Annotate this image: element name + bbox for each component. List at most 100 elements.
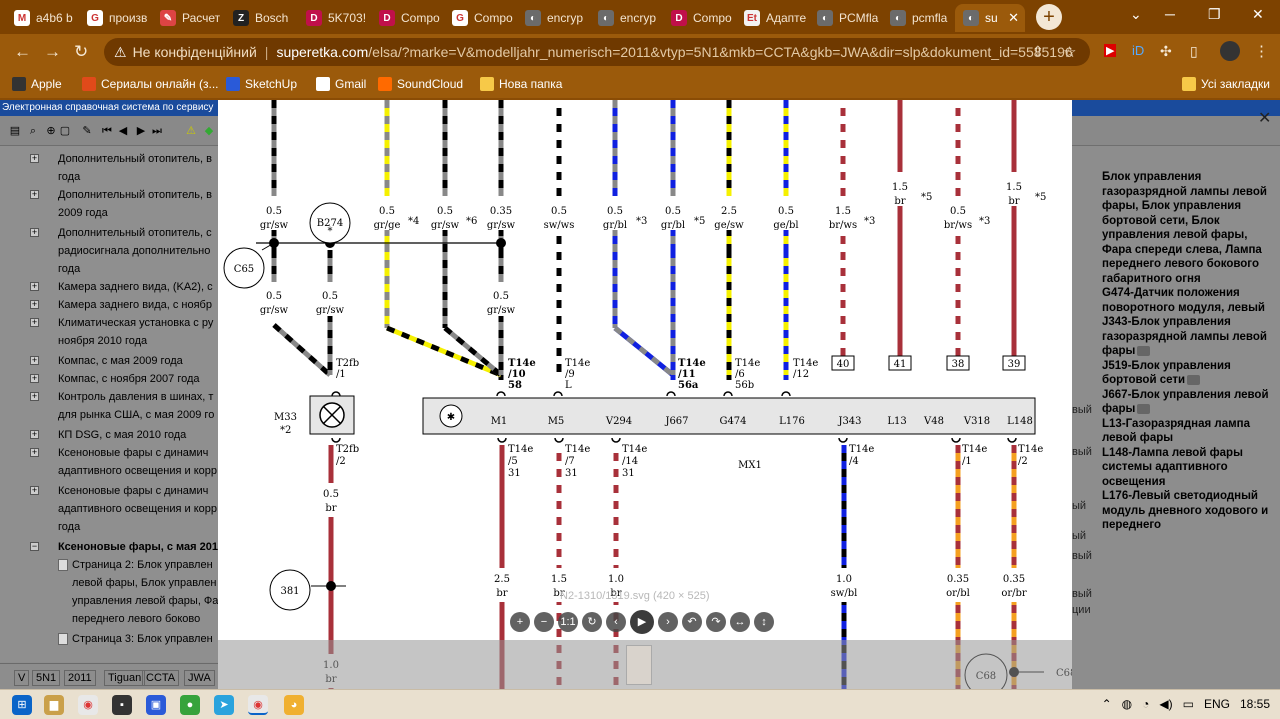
flip-v-icon[interactable]: ↕ [754,612,774,632]
zoom-out-icon[interactable]: − [534,612,554,632]
extension-youtube-icon[interactable]: ▶ [1104,44,1117,57]
last-page-icon[interactable]: ⏭ [150,124,164,138]
camera-icon[interactable] [1137,403,1151,414]
tree-item[interactable]: ноября 2010 года [58,332,220,350]
expand-toggle-icon[interactable]: + [30,154,39,163]
expand-toggle-icon[interactable]: + [30,228,39,237]
tree-item[interactable]: Дополнительный отопитель, в [58,150,220,168]
rotate-right-icon[interactable]: ↷ [706,612,726,632]
expand-toggle-icon[interactable]: + [30,430,39,439]
tree-item[interactable]: Страница 3: Блок управлен [72,630,220,648]
tree-item[interactable]: радиосигнала дополнительно [58,242,220,260]
tree-item[interactable]: управления левой фары, Фа [72,592,220,610]
browser-tab[interactable]: ◐ encryp [590,4,661,32]
bookmark-star-icon[interactable]: ☆ [1063,43,1076,61]
start-icon[interactable]: ⊞ [12,695,32,715]
reset-icon[interactable]: ↻ [582,612,602,632]
browser-tab[interactable]: ◐ pcmfla [882,4,953,32]
warning-icon[interactable]: ⚠ [114,44,127,61]
browser-tab[interactable]: Ma4b6 b [6,4,77,32]
new-tab-button[interactable]: + [1036,4,1062,30]
prev-icon[interactable]: ‹ [606,612,626,632]
tree-item[interactable]: Ксеноновые фары, с мая 201 [58,538,220,556]
bookmark-item[interactable]: Сериалы онлайн (з... [82,77,219,91]
tree-item[interactable]: Дополнительный отопитель, с [58,224,220,242]
sidepanel-icon[interactable]: ▯ [1190,43,1198,60]
browser-tab[interactable]: D Compo [371,4,442,32]
tree-item[interactable]: Компас, с ноября 2007 года [58,370,220,388]
bookmark-item[interactable]: Apple [12,77,62,91]
browser-tab[interactable]: D 5K703! [298,4,369,32]
tree-item[interactable]: для рынка США, с мая 2009 го [58,406,220,424]
close-window-button[interactable]: ✕ [1252,6,1264,23]
tree-item[interactable]: Климатическая установка с ру [58,314,220,332]
next-icon[interactable]: › [658,612,678,632]
explorer-icon[interactable]: ▆ [44,695,64,715]
browser-tab[interactable]: Gпроизв [79,4,150,32]
actual-size-icon[interactable]: 1:1 [558,612,578,632]
next-page-icon[interactable]: ▶ [134,124,148,138]
omnibox[interactable]: ⚠ Не конфіденційний | superetka.com/elsa… [104,38,1090,66]
browser-tab[interactable]: ✎ Расчет [152,4,223,32]
close-tab-icon[interactable]: ✕ [1008,10,1019,26]
url-host[interactable]: superetka.com [276,44,368,60]
expand-toggle-icon[interactable]: + [30,392,39,401]
reload-icon[interactable]: ↻ [74,42,88,62]
tree-item[interactable]: Камера заднего вида, (KA2), с [58,278,220,296]
sound-icon[interactable]: ◀) [1159,697,1172,711]
tree-item[interactable]: адаптивного освещения и корр [58,462,220,480]
security-label[interactable]: Не конфіденційний [133,44,257,60]
forward-icon[interactable]: → [44,42,61,62]
tree-item[interactable]: адаптивного освещения и корр [58,500,220,518]
tree-item[interactable]: переднего левого боково [72,610,220,628]
extensions-icon[interactable]: ✣ [1160,43,1172,60]
chrome-icon[interactable]: ◉ [78,695,98,715]
note-icon[interactable]: ◆ [202,124,216,138]
expand-toggle-icon[interactable]: + [30,448,39,457]
bookmark-item[interactable]: SoundCloud [378,77,463,91]
first-page-icon[interactable]: ⏮ [100,124,114,138]
browser-tab[interactable]: ◐ PCMfla [809,4,880,32]
expand-toggle-icon[interactable]: + [30,356,39,365]
browser-tab[interactable]: G Compo [444,4,515,32]
network-icon[interactable]: ◔ [1142,697,1149,711]
thumbnail[interactable] [626,645,652,685]
browser-tab[interactable]: ◐ encryp [517,4,588,32]
browser-tab[interactable]: Z Bosch [225,4,296,32]
share-icon[interactable]: ⇪ [1032,43,1044,60]
bookmark-item[interactable]: Gmail [316,77,366,91]
tree-item[interactable]: 2009 года [58,204,220,222]
maximize-button[interactable]: ❐ [1208,6,1221,23]
tree-item[interactable]: Камера заднего вида, с ноябр [58,296,220,314]
flip-h-icon[interactable]: ↔ [730,612,750,632]
extension-id-icon[interactable]: iD [1132,43,1144,58]
chrome-active-icon[interactable]: ◉ [248,695,268,715]
minimize-button[interactable]: ─ [1165,6,1175,22]
tools-icon[interactable]: ✎ [80,124,94,138]
expand-toggle-icon[interactable]: + [30,282,39,291]
expand-toggle-icon[interactable]: + [30,374,39,383]
tree-item[interactable]: года [58,518,220,536]
zoom-in-icon[interactable]: + [510,612,530,632]
tree-item[interactable]: Страница 2: Блок управлен [72,556,220,574]
expand-toggle-icon[interactable]: − [30,542,39,551]
browser-tab[interactable]: D Compo [663,4,734,32]
tree-item[interactable]: года [58,168,220,186]
zoom-icon[interactable]: ⊕ [44,124,58,138]
app-icon[interactable]: ▪ [112,695,132,715]
green-app-icon[interactable]: ● [180,695,200,715]
rotate-left-icon[interactable]: ↶ [682,612,702,632]
tree-item[interactable]: Контроль давления в шинах, т [58,388,220,406]
back-icon[interactable]: ← [14,42,31,62]
browser-tab[interactable]: Et Адапте [736,4,807,32]
warning-icon[interactable]: ⚠ [184,124,198,138]
tray-chevron-icon[interactable]: ⌃ [1102,697,1112,711]
bookmark-item[interactable]: SketchUp [226,77,297,91]
tree-item[interactable]: левой фары, Блок управлен [72,574,220,592]
bookmark-item[interactable]: Нова папка [480,77,562,91]
prev-page-icon[interactable]: ◀ [116,124,130,138]
tree-item[interactable]: Ксеноновые фары с динамич [58,482,220,500]
menu-icon[interactable]: ⋮ [1254,42,1269,60]
clock[interactable]: 18:55 [1240,697,1270,711]
language-label[interactable]: ENG [1204,697,1230,711]
